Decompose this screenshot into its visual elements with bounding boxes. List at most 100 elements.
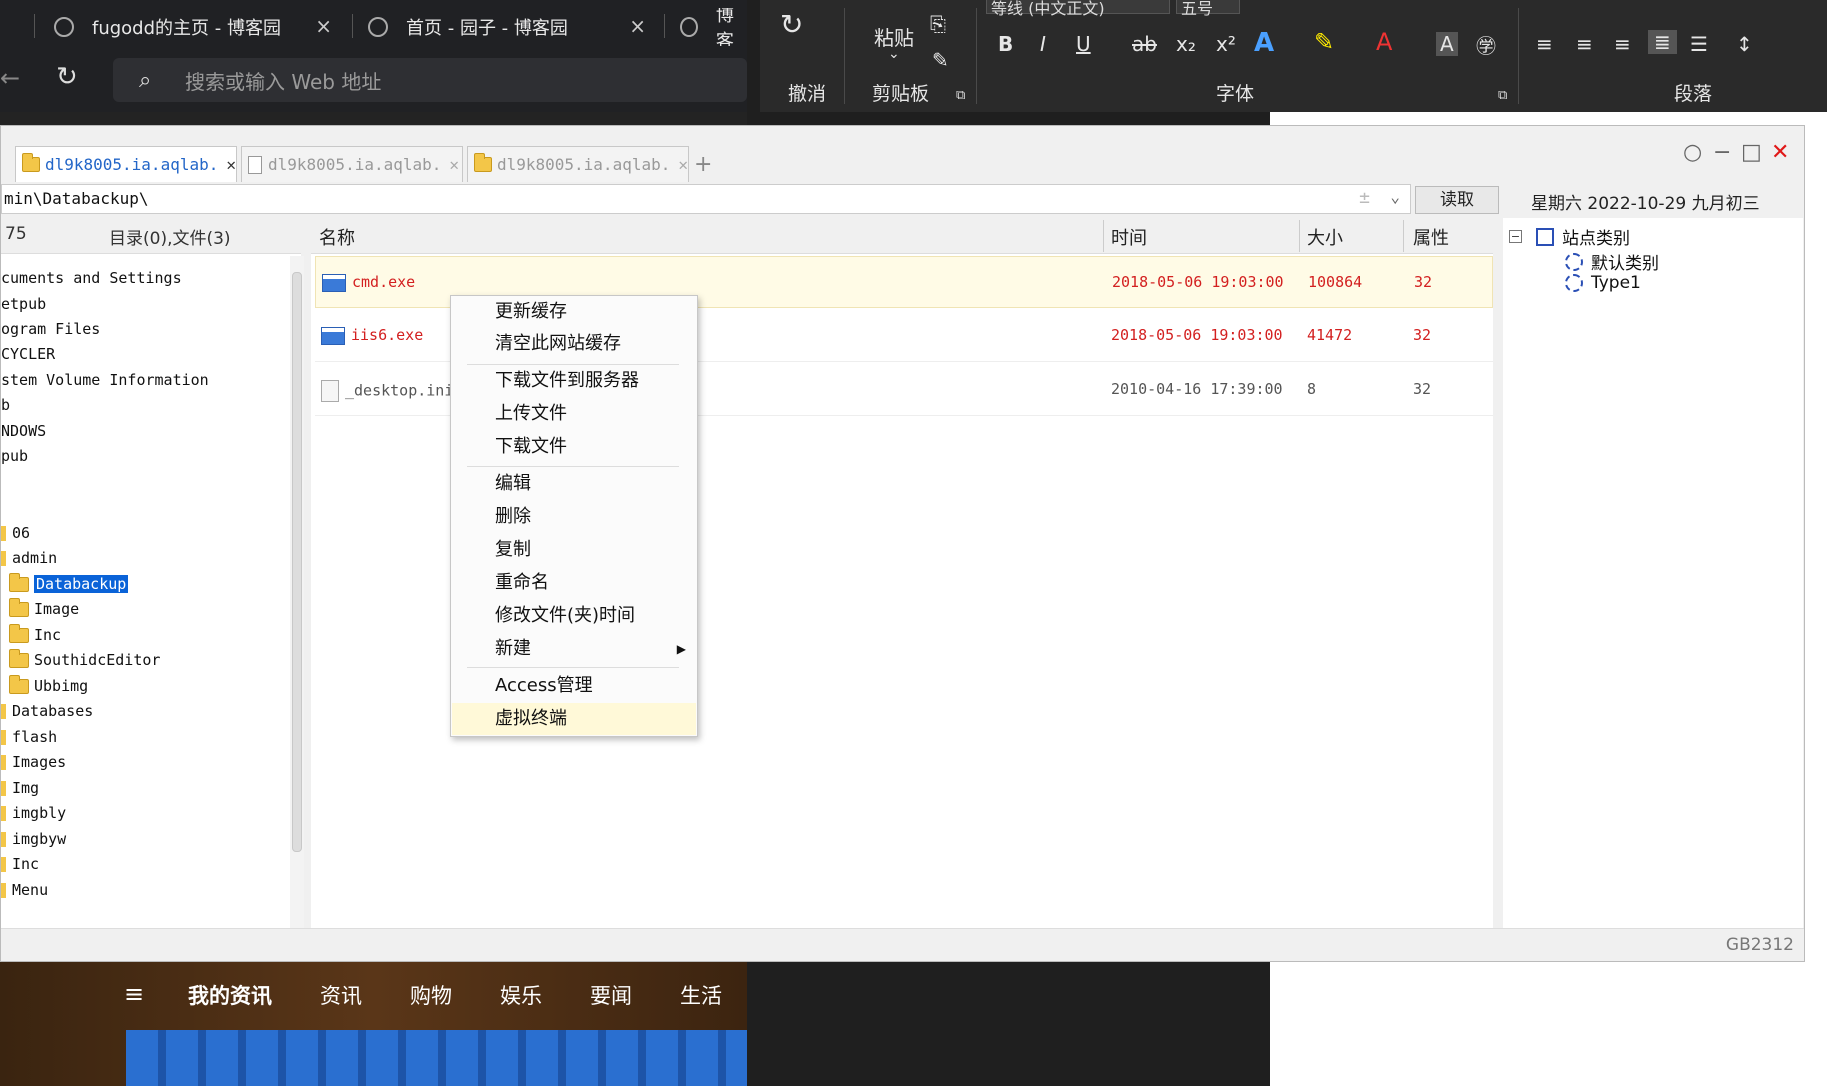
tree-item[interactable]: pub bbox=[1, 444, 28, 468]
menu-icon[interactable]: ≡ bbox=[124, 980, 144, 1008]
underline-button[interactable]: U bbox=[1076, 32, 1091, 56]
text-effects-icon[interactable]: A bbox=[1254, 28, 1274, 58]
superscript-button[interactable]: x² bbox=[1216, 32, 1236, 56]
menu-item-modify-time[interactable]: 修改文件(夹)时间 bbox=[452, 600, 696, 632]
align-center-icon[interactable]: ≡ bbox=[1576, 32, 1593, 56]
column-size[interactable]: 大小 bbox=[1307, 224, 1343, 250]
add-tab-button[interactable]: + bbox=[694, 152, 712, 177]
align-left-icon[interactable]: ≡ bbox=[1536, 32, 1553, 56]
tree-item[interactable]: Menu bbox=[1, 878, 48, 902]
nav-headlines[interactable]: 要闻 bbox=[590, 980, 632, 1010]
tree-item[interactable]: imgbyw bbox=[1, 827, 66, 851]
tree-item[interactable]: cuments and Settings bbox=[1, 266, 182, 290]
scrollbar-thumb[interactable] bbox=[292, 272, 302, 852]
close-icon[interactable]: ✕ bbox=[1771, 140, 1789, 165]
tree-item[interactable]: admin bbox=[1, 546, 57, 570]
maximize-icon[interactable]: □ bbox=[1741, 140, 1762, 165]
nav-news[interactable]: 资讯 bbox=[320, 980, 362, 1010]
char-shading-icon[interactable]: A bbox=[1436, 32, 1458, 56]
menu-item-copy[interactable]: 复制 bbox=[452, 534, 696, 566]
tree-item[interactable]: etpub bbox=[1, 292, 46, 316]
menu-item-upload-file[interactable]: 上传文件 bbox=[452, 398, 696, 430]
menu-item-download-to-server[interactable]: 下载文件到服务器 bbox=[452, 365, 696, 397]
tree-item[interactable]: Inc bbox=[1, 852, 39, 876]
dialog-launcher-icon[interactable]: ⧉ bbox=[1498, 88, 1507, 103]
menu-item-virtual-terminal[interactable]: 虚拟终端 bbox=[452, 703, 696, 735]
menu-item-access-manager[interactable]: Access管理 bbox=[452, 670, 696, 702]
justify-icon[interactable]: ≣ bbox=[1648, 30, 1677, 54]
collapse-icon[interactable]: − bbox=[1509, 230, 1522, 243]
tree-item[interactable]: Img bbox=[1, 776, 39, 800]
browser-tab-fugodd[interactable]: fugodd的主页 - 博客园 × bbox=[54, 8, 344, 46]
menu-item-delete[interactable]: 删除 bbox=[452, 501, 696, 533]
path-dropdown-icon[interactable]: ⌄ bbox=[1390, 187, 1400, 206]
encoding-label[interactable]: GB2312 bbox=[1726, 935, 1794, 955]
tree-item[interactable]: Inc bbox=[9, 623, 61, 647]
close-tab-icon[interactable]: ✕ bbox=[449, 155, 459, 174]
site-tree-item[interactable]: 默认类别 bbox=[1565, 249, 1659, 274]
refresh-icon[interactable]: ↻ bbox=[56, 62, 78, 92]
tree-item[interactable]: flash bbox=[1, 725, 57, 749]
column-divider[interactable] bbox=[1403, 220, 1404, 252]
format-painter-icon[interactable]: ✎ bbox=[932, 48, 949, 72]
menu-item-refresh-cache[interactable]: 更新缓存 bbox=[452, 296, 696, 328]
menu-item-rename[interactable]: 重命名 bbox=[452, 567, 696, 599]
close-tab-icon[interactable]: ✕ bbox=[678, 155, 688, 174]
menu-item-download-file[interactable]: 下载文件 bbox=[452, 431, 696, 463]
pin-icon[interactable]: ○ bbox=[1683, 140, 1702, 165]
tree-scrollbar[interactable] bbox=[290, 256, 304, 928]
italic-button[interactable]: I bbox=[1040, 32, 1046, 56]
nav-entertainment[interactable]: 娱乐 bbox=[500, 980, 542, 1010]
site-tree-item[interactable]: Type1 bbox=[1565, 273, 1641, 293]
close-tab-icon[interactable]: × bbox=[629, 14, 646, 38]
column-divider[interactable] bbox=[1103, 220, 1104, 252]
font-color-icon[interactable]: A bbox=[1376, 28, 1392, 56]
tree-item[interactable]: SouthidcEditor bbox=[9, 648, 160, 672]
browser-tab-home[interactable]: 首页 - 园子 - 博客园 × bbox=[368, 8, 658, 46]
column-name[interactable]: 名称 bbox=[319, 224, 355, 250]
strikethrough-button[interactable]: ab bbox=[1132, 32, 1157, 56]
fm-tab-2[interactable]: dl9k8005.ia.aqlab. ✕ bbox=[241, 146, 463, 182]
address-bar[interactable]: ⌕ 搜索或输入 Web 地址 bbox=[113, 58, 747, 102]
minimize-icon[interactable]: − bbox=[1713, 140, 1731, 165]
align-right-icon[interactable]: ≡ bbox=[1614, 32, 1631, 56]
nav-shopping[interactable]: 购物 bbox=[410, 980, 452, 1010]
tree-item[interactable]: ogram Files bbox=[1, 317, 100, 341]
copy-icon[interactable]: ⎘ bbox=[930, 12, 946, 36]
tree-item[interactable]: 06 bbox=[1, 521, 30, 545]
font-name-select[interactable]: 等线 (中文正文) bbox=[986, 0, 1170, 18]
close-tab-icon[interactable]: × bbox=[315, 14, 332, 38]
path-plus-icon[interactable]: ± bbox=[1359, 187, 1370, 208]
path-input[interactable]: min\Databackup\ ± ⌄ bbox=[1, 184, 1411, 214]
enclose-char-icon[interactable]: ㊫ bbox=[1476, 30, 1496, 59]
paste-dropdown-icon[interactable]: ⌄ bbox=[888, 46, 900, 62]
close-tab-icon[interactable]: ✕ bbox=[226, 155, 236, 174]
tree-item[interactable]: Image bbox=[9, 597, 79, 621]
news-photo[interactable] bbox=[126, 1030, 747, 1086]
menu-item-edit[interactable]: 编辑 bbox=[452, 468, 696, 500]
column-attr[interactable]: 属性 bbox=[1413, 224, 1449, 250]
bold-button[interactable]: B bbox=[998, 32, 1013, 56]
dialog-launcher-icon[interactable]: ⧉ bbox=[956, 88, 965, 103]
tree-item[interactable]: imgbly bbox=[1, 801, 66, 825]
tree-item-selected[interactable]: Databackup bbox=[9, 572, 129, 596]
column-divider[interactable] bbox=[1299, 220, 1300, 252]
tree-item[interactable]: NDOWS bbox=[1, 419, 46, 443]
line-spacing-icon[interactable]: ↕ bbox=[1736, 32, 1753, 56]
browser-tab-blog[interactable]: 博客 bbox=[680, 8, 747, 46]
fm-tab-1[interactable]: dl9k8005.ia.aqlab. ✕ bbox=[15, 146, 237, 182]
site-tree-root[interactable]: − 站点类别 bbox=[1509, 224, 1630, 249]
highlight-icon[interactable]: ✎ bbox=[1314, 28, 1334, 56]
menu-item-clear-site-cache[interactable]: 清空此网站缓存 bbox=[452, 328, 696, 360]
tree-item[interactable]: CYCLER bbox=[1, 342, 55, 366]
undo-icon[interactable]: ↻ bbox=[780, 8, 803, 41]
fm-tab-3[interactable]: dl9k8005.ia.aqlab. ✕ bbox=[467, 146, 689, 182]
nav-life[interactable]: 生活 bbox=[680, 980, 722, 1010]
nav-my-news[interactable]: 我的资讯 bbox=[188, 980, 272, 1010]
read-button[interactable]: 读取 bbox=[1415, 186, 1499, 214]
tree-item[interactable]: Databases bbox=[1, 699, 93, 723]
column-time[interactable]: 时间 bbox=[1111, 224, 1147, 250]
menu-item-new[interactable]: 新建 ▶ bbox=[452, 633, 696, 665]
font-size-select[interactable]: 五号 bbox=[1176, 0, 1240, 18]
tree-item[interactable]: Ubbimg bbox=[9, 674, 88, 698]
